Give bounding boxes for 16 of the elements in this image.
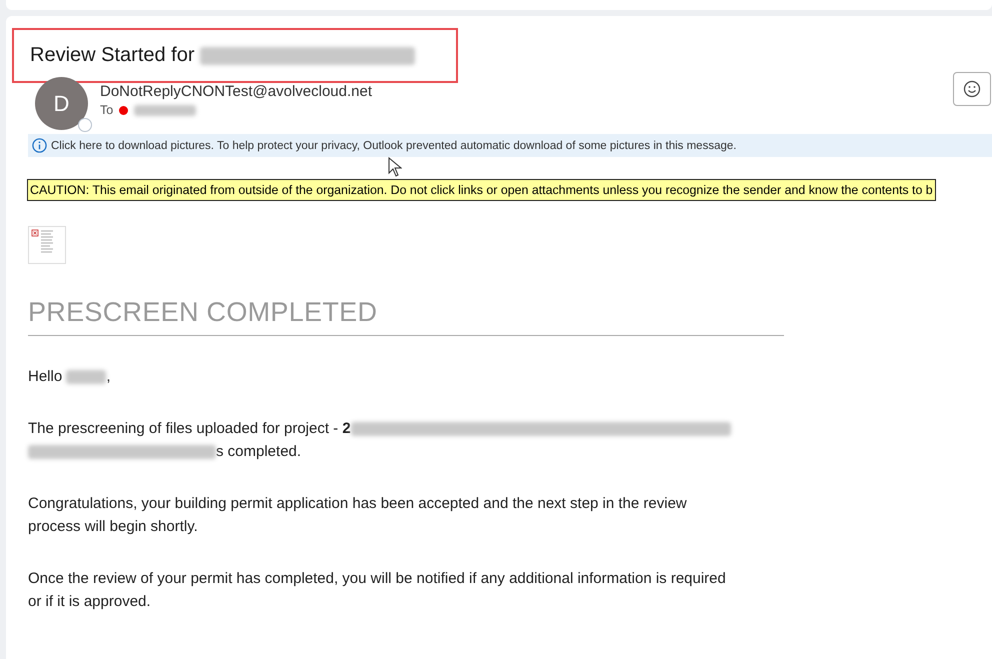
- smiley-icon: [963, 80, 981, 98]
- email-subject: Review Started for: [30, 44, 416, 67]
- cursor-icon: [388, 157, 402, 177]
- sender-address: DoNotReplyCNONTest@avolvecloud.net: [100, 83, 372, 100]
- caution-banner: CAUTION: This email originated from outside of the organization. Do not click links or open attachments unless you recognize the sender and know the contents to b: [27, 179, 936, 201]
- status-dot-icon: [119, 106, 128, 114]
- download-pictures-bar[interactable]: Click here to download pictures. To help protect your privacy, Outlook prevented automatic download of some pictures in this message.: [28, 134, 992, 157]
- body-paragraph: Congratulations, your building permit application has been accepted and the next step in the review process will begin shortly.: [28, 494, 688, 537]
- body-paragraph: The prescreening of files uploaded for project - 2 s completed.: [28, 417, 733, 463]
- body-paragraph: Hello ,: [28, 367, 112, 387]
- blocked-image-icon: [28, 226, 66, 264]
- section-heading: PRESCREEN COMPLETED: [28, 297, 784, 336]
- info-icon: [32, 138, 47, 153]
- body-paragraph: Once the review of your permit has completed, you will be notified if any additional information is required or if it is approved.: [28, 569, 727, 612]
- to-label: To: [100, 103, 114, 117]
- emoji-reaction-button[interactable]: [953, 72, 991, 106]
